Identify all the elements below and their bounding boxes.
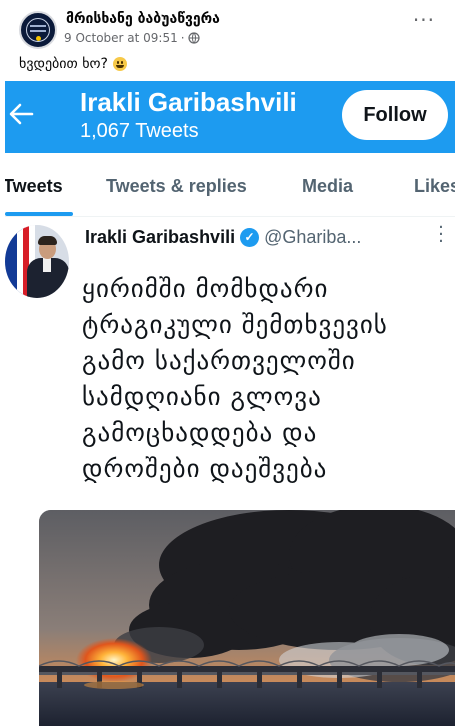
tweet-author-name[interactable]: Irakli Garibashvili [85,227,235,248]
tweet-text: ყირიმში მომხდარი ტრაგიკული შემთხვევის გა… [82,271,452,487]
active-tab-indicator [5,212,73,216]
tab-tweets-and-replies[interactable]: Tweets & replies [106,176,247,197]
profile-tabs: Tweets Tweets & replies Media Likes [5,153,455,217]
verified-badge-icon: ✓ [240,228,260,247]
tweet-author-line: Irakli Garibashvili ✓ @Ghariba... [85,227,361,248]
post-caption-text: ხვდებით ხო? [19,56,108,72]
tab-likes[interactable]: Likes [414,176,455,197]
tweet-author-handle[interactable]: @Ghariba... [264,227,361,248]
tweet-photo-bridge-fire[interactable] [39,510,455,726]
tab-media[interactable]: Media [302,176,353,197]
post-meta: 9 October at 09:51 · [64,31,200,45]
more-dots-icon[interactable]: ··· [413,10,435,30]
profile-name: Irakli Garibashvili [80,87,297,117]
twitter-profile-header: Irakli Garibashvili 1,067 Tweets Follow [5,81,455,153]
post-timestamp[interactable]: 9 October at 09:51 [64,31,178,45]
facebook-post-header: მრისხანე ბაბუაწვერა 9 October at 09:51 ·… [0,0,457,80]
tab-tweets[interactable]: Tweets [5,176,63,197]
twitter-screenshot[interactable]: Irakli Garibashvili 1,067 Tweets Follow … [5,81,455,726]
post-caption: ხვდებით ხო? [19,56,127,72]
tweet-text-line: ყირიმში მომხდარი [82,274,329,303]
tweet-author-avatar[interactable] [5,225,69,298]
post-author-name[interactable]: მრისხანე ბაბუაწვერა [66,11,220,27]
tweet-text-line: გამო საქართველოში [82,346,356,375]
globe-icon[interactable] [187,32,200,44]
follow-button[interactable]: Follow [342,90,448,140]
tweet-count: 1,067 Tweets [80,120,199,142]
smiling-face-emoji-icon [112,57,127,71]
tweet-more-icon[interactable]: · · · [438,219,444,251]
tweet-text-line: დროშები დაეშვება [82,454,328,483]
sep-dot: · [180,31,185,45]
tweet-text-line: გამოცხადდება და [82,418,318,447]
tweet-text-line: სამდღიანი გლოვა [82,382,322,411]
author-avatar[interactable] [19,11,57,49]
back-arrow-icon[interactable] [8,101,34,132]
tweet-text-line: ტრაგიკული შემთხვევის [82,310,388,339]
